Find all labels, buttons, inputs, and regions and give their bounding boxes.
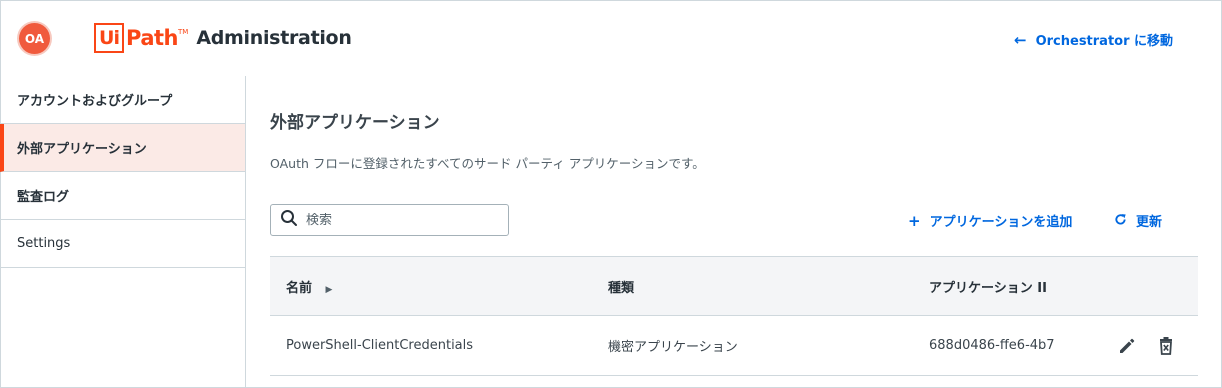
search-box[interactable] [270, 204, 509, 236]
sidebar-item-label: 監査ログ [17, 190, 70, 205]
delete-button[interactable] [1155, 335, 1177, 357]
cell-app-name: PowerShell-ClientCredentials [286, 338, 474, 353]
column-header-label: 名前 [286, 280, 313, 296]
refresh-label: 更新 [1136, 215, 1163, 230]
plus-icon: + [908, 211, 921, 230]
refresh-icon [1114, 212, 1127, 230]
edit-button[interactable] [1116, 335, 1138, 357]
logo-trademark: TM [178, 28, 189, 36]
sidebar-item-external-apps[interactable]: 外部アプリケーション [0, 124, 245, 172]
uipath-logo[interactable]: Ui Path TM Administration [94, 22, 352, 54]
cell-app-id: 688d0486-ffe6-4b7 [929, 338, 1055, 353]
column-header-app-id: アプリケーション II [929, 280, 1047, 296]
sort-caret-icon: ▶ [325, 284, 333, 295]
app-title: Administration [196, 27, 352, 49]
search-icon [280, 209, 298, 231]
main-content: 外部アプリケーション OAuth フローに登録されたすべてのサード パーティ ア… [246, 76, 1222, 388]
table-header-row: 名前 ▶ 種類 アプリケーション II [270, 256, 1198, 316]
sidebar-item-label: アカウントおよびグループ [17, 94, 173, 109]
table-row[interactable]: PowerShell-ClientCredentials 機密アプリケーション … [270, 316, 1198, 376]
sidebar-item-audit-logs[interactable]: 監査ログ [0, 172, 245, 220]
row-actions [1116, 335, 1177, 357]
applications-table: 名前 ▶ 種類 アプリケーション II PowerShell-ClientCre… [270, 256, 1198, 376]
logo-path-text: Path [126, 26, 179, 50]
column-header-type: 種類 [608, 280, 635, 296]
logo-ui-mark: Ui [94, 23, 124, 53]
page-title: 外部アプリケーション [270, 113, 440, 133]
edit-pencil-icon [1120, 338, 1135, 353]
delete-trash-icon [1160, 336, 1172, 355]
avatar[interactable]: OA [19, 23, 50, 54]
refresh-button[interactable]: 更新 [1114, 211, 1162, 230]
goto-orchestrator-label: Orchestrator に移動 [1035, 34, 1174, 49]
sidebar-item-label: Settings [17, 236, 71, 251]
app-header: OA Ui Path TM Administration ← Orchestra… [0, 0, 1222, 76]
sidebar: アカウントおよびグループ 外部アプリケーション 監査ログ Settings [0, 76, 246, 388]
add-application-label: アプリケーションを追加 [929, 215, 1073, 230]
sidebar-item-label: 外部アプリケーション [17, 142, 147, 157]
goto-orchestrator-link[interactable]: ← Orchestrator に移動 [1014, 30, 1174, 50]
cell-app-type: 機密アプリケーション [608, 340, 738, 355]
page-description: OAuth フローに登録されたすべてのサード パーティ アプリケーションです。 [270, 156, 705, 171]
column-header-name[interactable]: 名前 ▶ [286, 277, 332, 296]
add-application-button[interactable]: + アプリケーションを追加 [908, 211, 1073, 231]
search-input[interactable] [306, 212, 496, 228]
sidebar-item-settings[interactable]: Settings [0, 220, 245, 268]
sidebar-item-accounts-groups[interactable]: アカウントおよびグループ [0, 76, 245, 124]
arrow-left-icon: ← [1014, 30, 1027, 49]
